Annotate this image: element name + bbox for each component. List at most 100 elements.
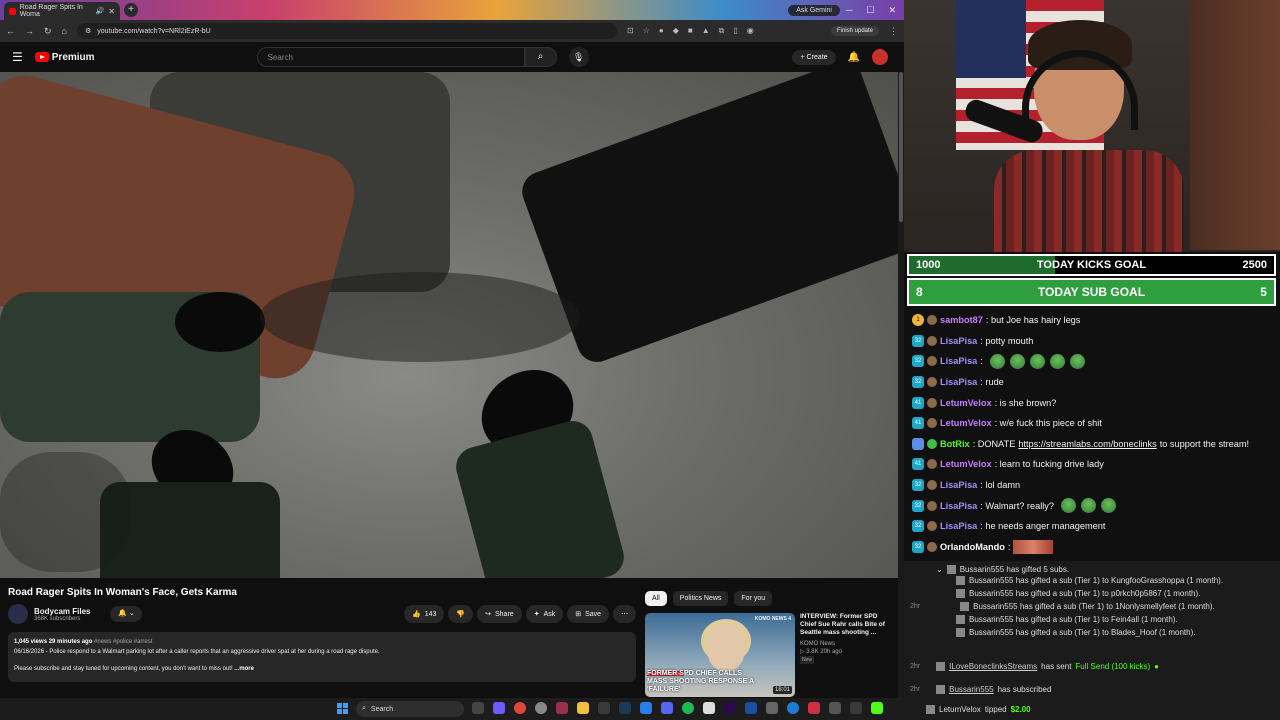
maps-icon[interactable]: [808, 702, 820, 714]
share-button[interactable]: ↪ Share: [477, 605, 522, 623]
menu-dots-icon[interactable]: ⋮: [889, 26, 898, 37]
back-icon[interactable]: ←: [6, 26, 15, 36]
bookmark-star-icon[interactable]: ☆: [643, 26, 650, 36]
windows-start-icon[interactable]: [337, 703, 348, 714]
file-explorer-icon[interactable]: [577, 702, 589, 714]
chat-username[interactable]: LisaPisa: [940, 521, 977, 531]
app-icon[interactable]: [850, 702, 862, 714]
spotify-icon[interactable]: [682, 702, 694, 714]
video-player[interactable]: [0, 72, 898, 578]
kick-icon[interactable]: [871, 702, 883, 714]
task-view-icon[interactable]: [472, 702, 484, 714]
extension-icon[interactable]: ◆: [673, 26, 679, 36]
chat-username[interactable]: OrlandoMando: [940, 542, 1005, 552]
ask-button[interactable]: ✦ Ask: [525, 605, 564, 623]
chat-username[interactable]: LisaPisa: [940, 480, 977, 490]
chat-username[interactable]: sambot87: [940, 315, 983, 325]
app-icon[interactable]: [640, 702, 652, 714]
event-item: Full Send (100 kicks): [1075, 662, 1151, 671]
edge-icon[interactable]: [787, 702, 799, 714]
puzzle-icon[interactable]: ⧉: [719, 26, 725, 36]
recommended-video[interactable]: KOMO NEWS 4 FULL INTERVIEW FORMER SPD CH…: [645, 613, 895, 697]
recommended-title[interactable]: INTERVIEW: Former SPD Chief Sue Rahr cal…: [800, 613, 895, 637]
menu-icon[interactable]: ☰: [12, 50, 23, 64]
chat-text: : DONATE: [972, 438, 1016, 449]
youtube-logo[interactable]: Premium: [34, 52, 95, 63]
app-icon[interactable]: [766, 702, 778, 714]
premiere-icon[interactable]: [724, 702, 736, 714]
subscription-bell-button[interactable]: 🔔 ⌄: [110, 606, 143, 622]
scrollbar-thumb[interactable]: [899, 72, 903, 222]
search-input[interactable]: Search: [256, 47, 525, 67]
app-icon[interactable]: [829, 702, 841, 714]
chat-username[interactable]: LetumVelox: [940, 418, 992, 428]
channel-avatar[interactable]: [8, 604, 28, 624]
microphone-icon[interactable]: 🎙: [568, 47, 589, 67]
chat-username[interactable]: LisaPisa: [940, 356, 977, 366]
finish-update-button[interactable]: Finish update: [830, 26, 879, 36]
app-icon[interactable]: [745, 702, 757, 714]
extension-icon[interactable]: ●: [659, 26, 664, 36]
video-figure: [451, 416, 629, 578]
chat-username[interactable]: BotRix: [940, 439, 970, 449]
browser-icon[interactable]: [535, 702, 547, 714]
chat-username[interactable]: LisaPisa: [940, 377, 977, 387]
kick-icon: [956, 628, 965, 637]
profile-icon[interactable]: ◉: [747, 26, 754, 36]
address-bar[interactable]: ⚙ youtube.com/watch?v=NRl2iEzR-bU: [76, 23, 617, 39]
create-button[interactable]: + Create: [792, 49, 836, 65]
new-tab-button[interactable]: +: [124, 3, 138, 17]
app-icon[interactable]: [703, 702, 715, 714]
ask-gemini-button[interactable]: Ask Gemini: [788, 4, 840, 16]
like-button[interactable]: 👍 143: [404, 605, 445, 623]
chat-username[interactable]: LisaPisa: [940, 336, 977, 346]
event-user[interactable]: ILoveBoneclinksStreams: [949, 662, 1037, 671]
desc-tags[interactable]: #news #police #arrest: [94, 639, 152, 645]
copilot-icon[interactable]: [493, 702, 505, 714]
save-button[interactable]: ⊞ Save: [567, 605, 610, 623]
desc-more-link[interactable]: ...more: [234, 666, 254, 672]
app-icon[interactable]: [556, 702, 568, 714]
recommended-channel[interactable]: KOMO News: [800, 640, 895, 648]
site-info-icon[interactable]: ⚙: [85, 27, 91, 35]
reload-icon[interactable]: ↻: [44, 26, 52, 37]
chip-politics-news[interactable]: Politics News: [672, 591, 729, 606]
taskbar-search[interactable]: ⌕ Search: [356, 701, 464, 717]
maximize-icon[interactable]: ☐: [866, 5, 874, 16]
chevron-down-icon[interactable]: ⌄: [936, 565, 943, 574]
extension-icon[interactable]: ■: [688, 26, 693, 36]
app-icon[interactable]: [598, 702, 610, 714]
frog-emote-icon: [1049, 353, 1065, 369]
tab-active[interactable]: Road Rager Spits In Woma 🔊 ✕: [4, 2, 120, 20]
event-user[interactable]: LetumVelox: [939, 705, 981, 714]
chat-username[interactable]: LisaPisa: [940, 501, 977, 511]
app-icon[interactable]: [661, 702, 673, 714]
chat-username[interactable]: LetumVelox: [940, 398, 992, 408]
chrome-icon[interactable]: [514, 702, 526, 714]
speaker-icon[interactable]: 🔊: [96, 7, 105, 15]
video-thumbnail[interactable]: KOMO NEWS 4 FULL INTERVIEW FORMER SPD CH…: [645, 613, 795, 697]
extension-icon[interactable]: ▲: [702, 26, 710, 36]
dislike-button[interactable]: 👎: [448, 605, 474, 623]
notifications-icon[interactable]: 🔔: [848, 52, 860, 63]
close-tab-icon[interactable]: ✕: [108, 7, 115, 16]
frog-emote-icon: [1009, 353, 1025, 369]
close-window-icon[interactable]: ✕: [888, 5, 896, 16]
avatar[interactable]: [872, 49, 888, 65]
thumbnail-figure: [707, 623, 745, 671]
more-actions-button[interactable]: ⋯: [613, 605, 637, 623]
event-user[interactable]: Bussarin555: [949, 685, 993, 694]
chat-username[interactable]: LetumVelox: [940, 459, 992, 469]
chip-for-you[interactable]: For you: [734, 591, 773, 606]
install-icon[interactable]: ⊡: [627, 26, 634, 36]
chat-link[interactable]: https://streamlabs.com/boneclinks: [1018, 439, 1156, 449]
forward-icon[interactable]: →: [25, 26, 34, 36]
minimize-icon[interactable]: ─: [846, 5, 852, 16]
chip-all[interactable]: All: [645, 591, 667, 606]
home-icon[interactable]: ⌂: [62, 26, 67, 36]
channel-name[interactable]: Bodycam Files: [34, 607, 90, 616]
search-icon[interactable]: ⌕: [524, 47, 557, 67]
steam-icon[interactable]: [619, 702, 631, 714]
video-description[interactable]: 1,045 views 29 minutes ago #news #police…: [8, 632, 636, 682]
sidebar-icon[interactable]: ▯: [733, 26, 737, 36]
